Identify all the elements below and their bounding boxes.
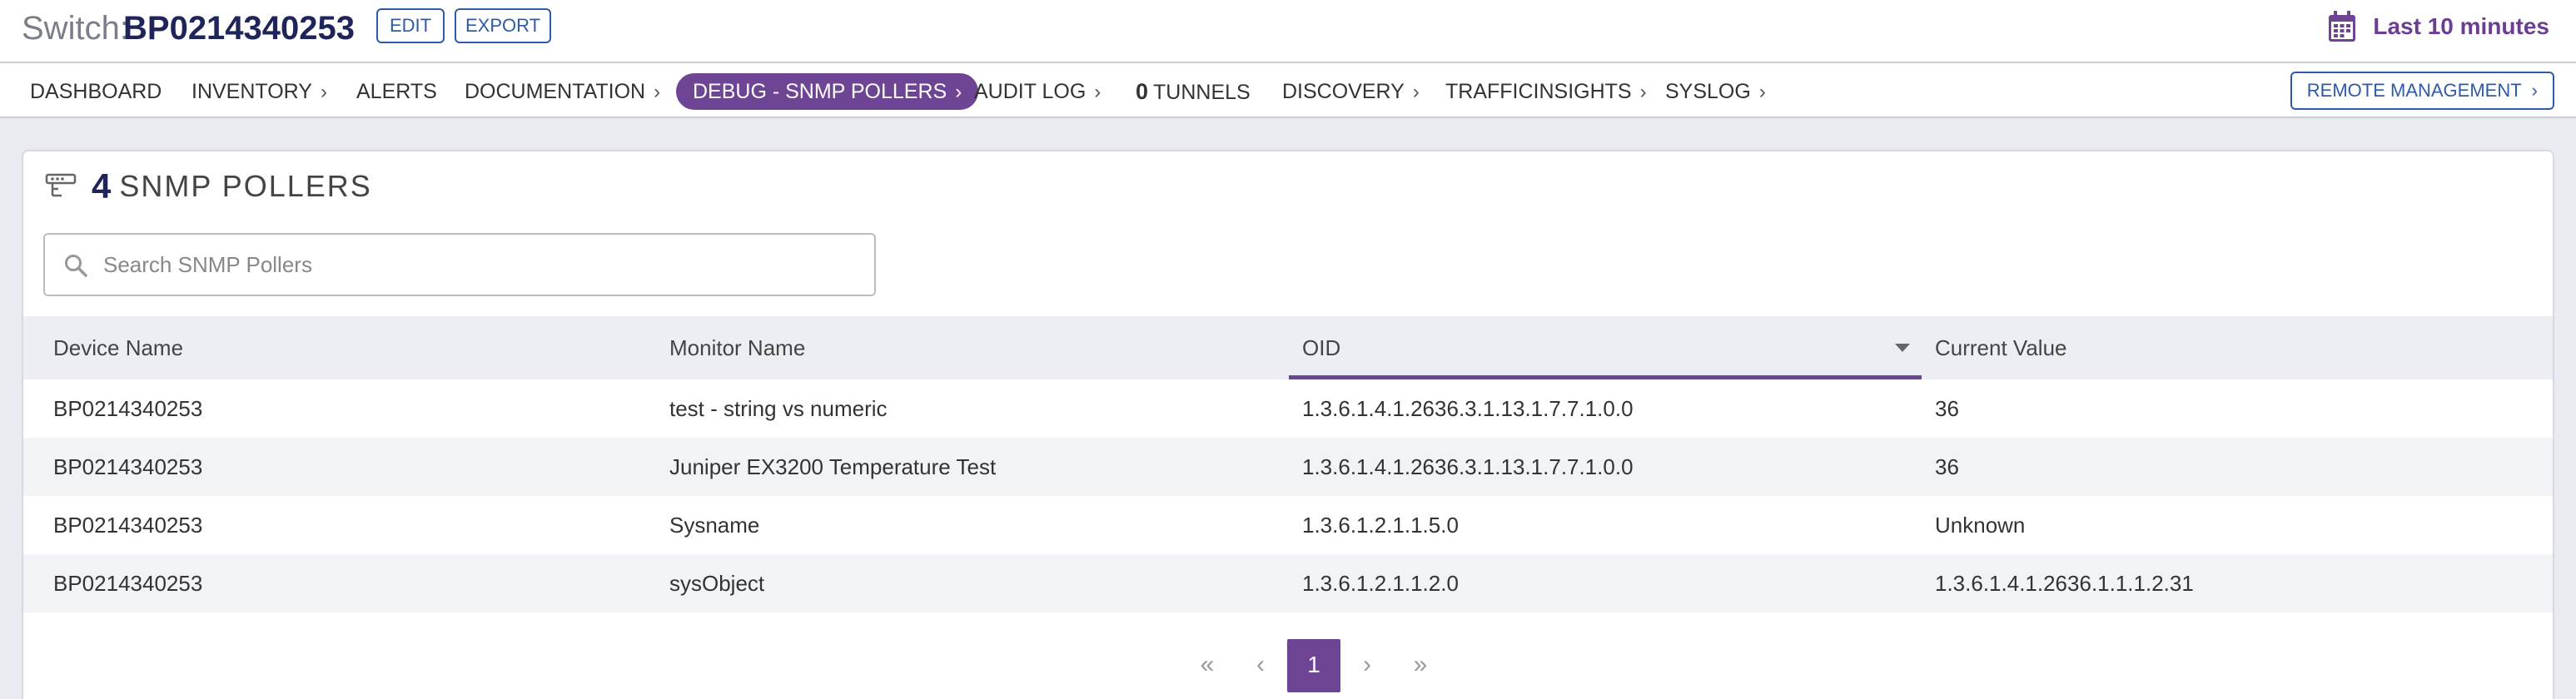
- column-header-monitor-name[interactable]: Monitor Name: [639, 316, 1272, 379]
- time-range-label: Last 10 minutes: [2373, 13, 2549, 39]
- tab-debug-snmp-pollers[interactable]: DEBUG - SNMP POLLERS ›: [676, 73, 979, 110]
- cell-oid: 1.3.6.1.4.1.2636.3.1.13.1.7.7.1.0.0: [1302, 454, 1634, 479]
- time-range-picker[interactable]: Last 10 minutes: [2328, 8, 2549, 45]
- remote-management-label: REMOTE MANAGEMENT: [2306, 80, 2522, 101]
- search-input[interactable]: [103, 243, 853, 286]
- cell-oid: 1.3.6.1.2.1.1.5.0: [1302, 513, 1459, 538]
- tab-syslog[interactable]: SYSLOG ›: [1665, 73, 1766, 110]
- column-header-device-name[interactable]: Device Name: [23, 316, 639, 379]
- search-icon: [65, 255, 87, 277]
- device-type-label: Switch:: [22, 10, 129, 47]
- table-row[interactable]: BP0214340253 Sysname 1.3.6.1.2.1.1.5.0 U…: [23, 496, 2553, 554]
- chevron-right-icon: ›: [1758, 81, 1766, 103]
- cell-monitor-name: test - string vs numeric: [669, 396, 888, 421]
- tab-label: TRAFFICINSIGHTS: [1445, 80, 1632, 103]
- search-box[interactable]: [43, 233, 876, 296]
- snmp-pollers-panel: 4 SNMP POLLERS Device Name Monitor Name …: [22, 150, 2554, 699]
- table-row[interactable]: BP0214340253 test - string vs numeric 1.…: [23, 379, 2553, 438]
- pagination: « ‹ 1 › »: [1181, 639, 1447, 692]
- tab-audit-log[interactable]: AUDIT LOG ›: [974, 73, 1101, 110]
- tab-label: INVENTORY: [191, 80, 312, 103]
- export-button[interactable]: EXPORT: [455, 8, 551, 43]
- chevron-right-icon: ›: [1639, 81, 1647, 103]
- tab-label: ALERTS: [356, 80, 437, 103]
- panel-title-text: SNMP POLLERS: [119, 169, 372, 203]
- chevron-right-icon: ›: [1094, 81, 1102, 103]
- remote-management-button[interactable]: REMOTE MANAGEMENT ›: [2290, 72, 2554, 110]
- cell-device-name: BP0214340253: [53, 454, 203, 479]
- cell-device-name: BP0214340253: [53, 571, 203, 596]
- chevron-right-icon: ›: [654, 81, 661, 103]
- poller-icon: [45, 173, 77, 197]
- tab-inventory[interactable]: INVENTORY ›: [191, 73, 327, 110]
- next-page-button[interactable]: ›: [1340, 639, 1394, 692]
- tab-label: SYSLOG: [1665, 80, 1751, 103]
- tab-tunnels[interactable]: 0 TUNNELS: [1136, 73, 1251, 110]
- calendar-icon: [2329, 11, 2356, 42]
- cell-device-name: BP0214340253: [53, 513, 203, 538]
- cell-current-value: Unknown: [1935, 513, 2026, 538]
- panel-title: 4 SNMP POLLERS: [45, 161, 372, 211]
- tab-dashboard[interactable]: DASHBOARD: [30, 73, 162, 110]
- table-header: Device Name Monitor Name OID Current Val…: [23, 316, 2553, 379]
- chevron-right-icon: ›: [2531, 80, 2538, 101]
- snmp-pollers-table: Device Name Monitor Name OID Current Val…: [23, 316, 2553, 612]
- tab-label: AUDIT LOG: [974, 80, 1087, 103]
- poller-count: 4: [92, 166, 112, 206]
- sort-descending-icon: [1895, 344, 1910, 352]
- tab-label: DOCUMENTATION: [465, 80, 646, 103]
- current-page-button[interactable]: 1: [1287, 639, 1340, 692]
- table-row[interactable]: BP0214340253 Juniper EX3200 Temperature …: [23, 438, 2553, 496]
- first-page-button[interactable]: «: [1181, 639, 1234, 692]
- tab-bar: DASHBOARD INVENTORY › ALERTS DOCUMENTATIO…: [0, 63, 2576, 118]
- tab-label: DEBUG - SNMP POLLERS: [693, 80, 947, 103]
- tab-trafficinsights[interactable]: TRAFFICINSIGHTS ›: [1445, 73, 1647, 110]
- chevron-right-icon: ›: [320, 81, 327, 103]
- last-page-button[interactable]: »: [1394, 639, 1447, 692]
- edit-button[interactable]: EDIT: [376, 8, 445, 43]
- tab-discovery[interactable]: DISCOVERY ›: [1282, 73, 1420, 110]
- device-name-title: BP0214340253: [123, 10, 356, 47]
- column-header-oid[interactable]: OID: [1289, 316, 1922, 379]
- cell-monitor-name: sysObject: [669, 571, 765, 596]
- tab-label: DISCOVERY: [1282, 80, 1405, 103]
- cell-current-value: 36: [1935, 396, 1959, 421]
- previous-page-button[interactable]: ‹: [1234, 639, 1287, 692]
- page-header: Switch: BP0214340253 EDIT EXPORT Last 10…: [0, 0, 2576, 63]
- column-header-label: OID: [1302, 335, 1341, 360]
- cell-current-value: 1.3.6.1.4.1.2636.1.1.1.2.31: [1935, 571, 2194, 596]
- tunnel-count: 0: [1136, 79, 1149, 104]
- tab-label: DASHBOARD: [30, 80, 162, 103]
- chevron-right-icon: ›: [1412, 81, 1420, 103]
- cell-monitor-name: Juniper EX3200 Temperature Test: [669, 454, 997, 479]
- column-header-current-value[interactable]: Current Value: [1922, 316, 2538, 379]
- cell-oid: 1.3.6.1.2.1.1.2.0: [1302, 571, 1459, 596]
- cell-current-value: 36: [1935, 454, 1959, 479]
- cell-oid: 1.3.6.1.4.1.2636.3.1.13.1.7.7.1.0.0: [1302, 396, 1634, 421]
- chevron-right-icon: ›: [955, 81, 962, 103]
- cell-monitor-name: Sysname: [669, 513, 760, 538]
- tab-label: TUNNELS: [1153, 81, 1251, 104]
- cell-device-name: BP0214340253: [53, 396, 203, 421]
- tab-alerts[interactable]: ALERTS: [356, 73, 437, 110]
- tab-documentation[interactable]: DOCUMENTATION ›: [465, 73, 660, 110]
- table-row[interactable]: BP0214340253 sysObject 1.3.6.1.2.1.1.2.0…: [23, 554, 2553, 612]
